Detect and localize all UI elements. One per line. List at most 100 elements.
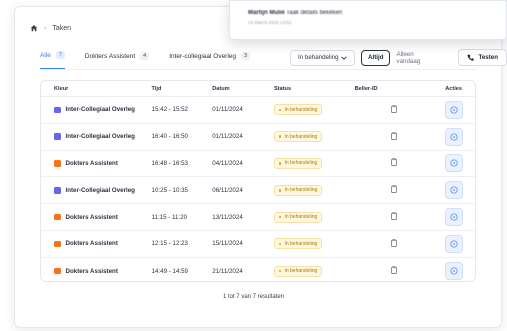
tab-dokters-assistent[interactable]: Dokters Assistent 4	[84, 51, 150, 70]
popup-action: Taak details bekeken	[286, 10, 343, 16]
cell-kleur: Inter-Collegiaal Overleg	[41, 133, 152, 140]
cell-datum: 01/11/2024	[212, 133, 243, 141]
info-circle-icon	[450, 133, 458, 141]
cell-kleur: Dokters Assistent	[41, 214, 152, 221]
cell-status: In behandeling	[273, 211, 355, 223]
cell-kleur: Inter-Collegiaal Overleg	[41, 106, 152, 113]
cell-tijd: 10:25 - 10:35	[151, 186, 188, 194]
table-row[interactable]: Inter-Collegiaal Overleg 16:40 - 16:50 0…	[41, 124, 475, 151]
kleur-label: Dokters Assistent	[65, 213, 118, 221]
color-swatch	[54, 133, 61, 140]
popup-user-name: Martijn Mulié	[248, 10, 285, 16]
tasks-table: Kleur Tijd Datum Status Beller-ID Acties…	[40, 80, 476, 282]
cell-beller-id	[355, 238, 433, 249]
info-circle-icon	[450, 106, 458, 114]
test-button[interactable]: Testen	[457, 49, 507, 66]
cell-acties	[432, 181, 475, 200]
kleur-label: Inter-Collegiaal Overleg	[65, 106, 135, 114]
cell-status: In behandeling	[273, 157, 355, 169]
clipboard-icon[interactable]	[390, 104, 397, 113]
toggle-always[interactable]: Altijd	[361, 49, 391, 66]
task-tabs: Alle 7 Dokters Assistent 4 Inter-collegi…	[40, 51, 270, 70]
status-badge: In behandeling	[273, 238, 323, 250]
view-task-button[interactable]	[444, 181, 463, 200]
table-row[interactable]: Dokters Assistent 16:48 - 16:53 04/11/20…	[41, 151, 475, 178]
clipboard-icon[interactable]	[390, 131, 397, 140]
view-task-button[interactable]	[444, 208, 463, 227]
cell-kleur: Dokters Assistent	[41, 268, 152, 275]
cell-status: In behandeling	[273, 131, 355, 143]
view-task-button[interactable]	[444, 154, 463, 173]
column-header-kleur: Kleur	[54, 85, 69, 92]
tab-count: 4	[140, 52, 150, 60]
tab-count: 7	[55, 51, 65, 59]
cell-acties	[432, 154, 475, 173]
status-label: In behandeling	[284, 133, 318, 140]
cell-status: In behandeling	[273, 238, 355, 250]
status-badge: In behandeling	[273, 184, 323, 196]
cell-acties	[432, 127, 475, 146]
table-row[interactable]: Dokters Assistent 12:15 - 12:23 15/11/20…	[41, 231, 475, 258]
cell-datum: 01/11/2024	[212, 106, 243, 114]
info-circle-icon	[450, 159, 458, 168]
tab-inter-collegiaal-overleg[interactable]: Inter-collegiaal Overleg 3	[169, 51, 251, 70]
popup-title: Martijn Mulié Taak details bekeken	[248, 10, 506, 16]
clipboard-icon[interactable]	[390, 266, 397, 275]
status-dot	[278, 215, 282, 219]
status-dot	[278, 269, 282, 273]
phone-icon	[467, 54, 474, 61]
cell-tijd: 16:48 - 16:53	[151, 159, 188, 167]
status-badge: In behandeling	[273, 211, 323, 223]
kleur-label: Inter-Collegiaal Overleg	[65, 133, 135, 141]
table-header: Kleur Tijd Datum Status Beller-ID Acties	[41, 81, 475, 97]
view-task-button[interactable]	[444, 127, 463, 146]
breadcrumb-separator: ›	[44, 24, 47, 32]
time-range-toggle: Altijd Alleen vandaag	[361, 49, 444, 66]
cell-kleur: Dokters Assistent	[41, 240, 152, 247]
breadcrumb: › Taken	[30, 24, 71, 32]
status-label: In behandeling	[284, 187, 318, 194]
kleur-label: Dokters Assistent	[65, 159, 118, 167]
status-label: In behandeling	[284, 160, 318, 167]
status-dot	[278, 242, 282, 246]
cell-status: In behandeling	[273, 265, 355, 277]
info-circle-icon	[450, 267, 458, 275]
clipboard-icon[interactable]	[390, 238, 397, 247]
status-badge: In behandeling	[273, 157, 323, 169]
status-label: In behandeling	[284, 240, 318, 247]
cell-beller-id	[355, 158, 433, 168]
color-swatch	[54, 106, 61, 114]
cell-beller-id	[355, 266, 433, 276]
cell-datum: 04/11/2024	[212, 159, 243, 167]
column-header-status: Status	[273, 85, 292, 92]
color-swatch	[54, 160, 61, 167]
toggle-today-only[interactable]: Alleen vandaag	[390, 50, 443, 66]
status-badge: In behandeling	[273, 104, 323, 116]
table-row[interactable]: Dokters Assistent 11:15 - 11:20 13/11/20…	[41, 204, 475, 231]
chevron-down-icon	[341, 55, 347, 60]
status-dot	[278, 189, 282, 192]
tab-label: Dokters Assistent	[84, 52, 136, 60]
activity-popup: Martijn Mulié Taak details bekeken 14 Ma…	[229, 0, 507, 40]
table-row[interactable]: Inter-Collegiaal Overleg 10:25 - 10:35 0…	[41, 177, 475, 205]
status-badge: In behandeling	[273, 265, 323, 277]
status-label: In behandeling	[284, 214, 318, 221]
test-button-label: Testen	[478, 54, 498, 61]
tab-alle[interactable]: Alle 7	[40, 51, 65, 70]
column-header-beller-id: Beller-ID	[354, 85, 378, 92]
table-row[interactable]: Dokters Assistent 14:49 - 14:59 21/11/20…	[41, 258, 475, 281]
clipboard-icon[interactable]	[390, 158, 397, 167]
tab-count: 3	[241, 52, 251, 60]
table-row[interactable]: Inter-Collegiaal Overleg 15:42 - 15:52 0…	[41, 97, 475, 124]
home-icon[interactable]	[30, 24, 38, 32]
status-filter-select[interactable]: In behandeling	[290, 49, 356, 66]
cell-beller-id	[355, 131, 433, 142]
breadcrumb-current-page: Taken	[52, 24, 72, 32]
view-task-button[interactable]	[444, 262, 463, 281]
view-task-button[interactable]	[444, 234, 463, 253]
clipboard-icon[interactable]	[390, 212, 397, 220]
clipboard-icon[interactable]	[390, 185, 397, 194]
view-task-button[interactable]	[444, 100, 463, 119]
column-header-acties: Acties	[445, 85, 462, 92]
status-dot	[278, 135, 282, 138]
